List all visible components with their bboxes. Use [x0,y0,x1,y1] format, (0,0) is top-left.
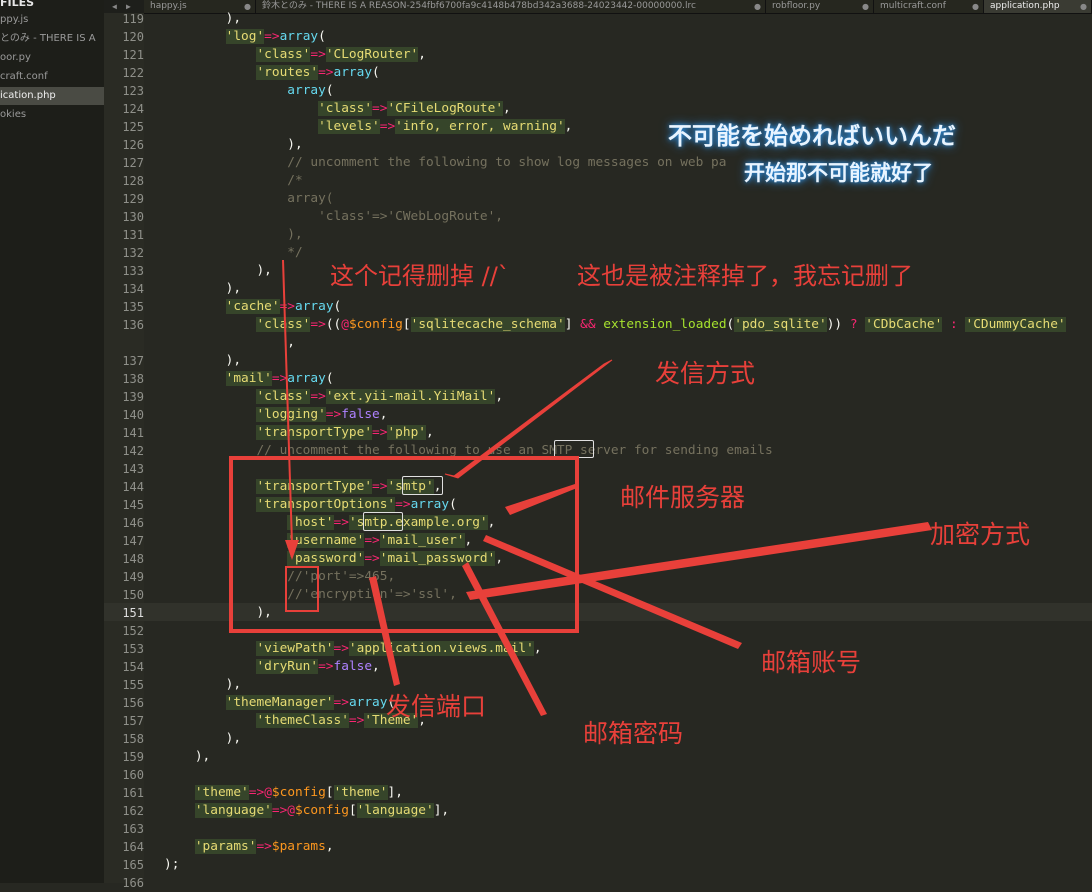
line-number: 146 [122,516,144,530]
annotation-mail-server: 邮件服务器 [620,483,746,512]
line-number: 142 [122,444,144,458]
line-number: 122 [122,66,144,80]
line-number: 144 [122,480,144,494]
line-number: 130 [122,210,144,224]
line-number: 125 [122,120,144,134]
line-number: 129 [122,192,144,206]
annotation-delete-note: 这个记得删掉 //` [330,262,510,290]
line-number: 159 [122,750,144,764]
line-number: 143 [122,462,144,476]
line-number: 152 [122,624,144,638]
line-number: 134 [122,282,144,296]
line-number: 123 [122,84,144,98]
line-number: 140 [122,408,144,422]
line-number: 165 [122,858,144,872]
line-number: 119 [122,12,144,26]
annotation-send-port: 发信端口 [386,692,487,721]
line-number: 127 [122,156,144,170]
line-number: 137 [122,354,144,368]
line-number [104,334,144,352]
line-number: 120 [122,30,144,44]
delete-note-arrowhead [285,540,299,560]
line-number: 155 [122,678,144,692]
line-number: 153 [122,642,144,656]
line-number: 121 [122,48,144,62]
line-number: 164 [122,840,144,854]
line-number: 151 [122,606,144,620]
line-number: 128 [122,174,144,188]
line-number: 166 [122,876,144,890]
mail-config-highlight-box [229,456,579,633]
annotation-mail-password: 邮箱密码 [583,719,684,748]
line-number: 161 [122,786,144,800]
annotation-layer [229,259,932,716]
delete-note-arrow [282,259,293,545]
mail-server-arrow [505,484,577,515]
line-number: 149 [122,570,144,584]
line-number: 124 [122,102,144,116]
line-number: 154 [122,660,144,674]
line-number: 126 [122,138,144,152]
comment-slashes-box [285,566,319,612]
line-number: 141 [122,426,144,440]
line-number: 156 [122,696,144,710]
annotation-mail-account: 邮箱账号 [761,648,862,677]
line-number: 131 [122,228,144,242]
send-method-arrow [444,359,613,479]
line-number: 148 [122,552,144,566]
line-number: 157 [122,714,144,728]
line-number: 150 [122,588,144,602]
line-number: 136 [122,318,144,332]
line-number: 138 [122,372,144,386]
line-number: 133 [122,264,144,278]
line-number: 147 [122,534,144,548]
annotation-send-method: 发信方式 [655,359,756,388]
line-number: 145 [122,498,144,512]
line-number: 163 [122,822,144,836]
annotation-forgot-note: 这也是被注释掉了，我忘记删了 [577,262,913,290]
line-number: 135 [122,300,144,314]
annotation-encryption: 加密方式 [930,520,1031,549]
line-number: 162 [122,804,144,818]
line-number: 132 [122,246,144,260]
line-number: 160 [122,768,144,782]
line-number: 139 [122,390,144,404]
line-number: 158 [122,732,144,746]
